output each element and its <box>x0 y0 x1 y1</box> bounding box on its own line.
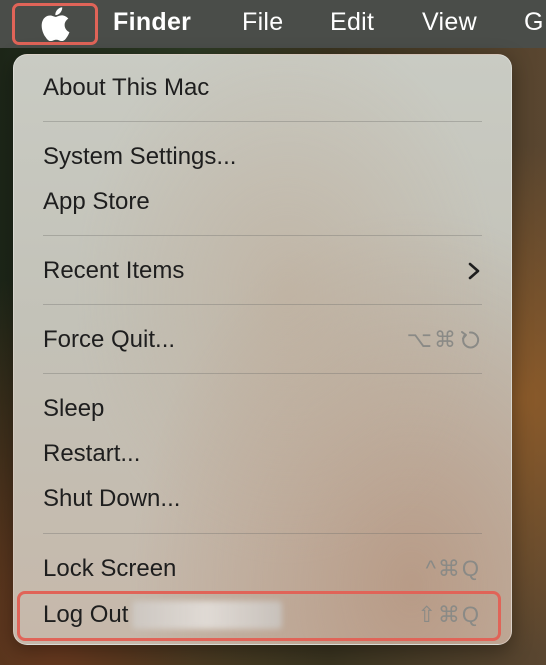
menu-edit[interactable]: Edit <box>330 8 374 37</box>
restart-item[interactable]: Restart... <box>43 432 481 476</box>
app-store-item[interactable]: App Store <box>43 180 481 224</box>
about-this-mac-item[interactable]: About This Mac <box>43 66 481 110</box>
menu-go-partial[interactable]: G <box>524 8 544 37</box>
separator <box>43 304 482 305</box>
system-settings-item[interactable]: System Settings... <box>43 135 481 179</box>
lock-screen-shortcut: ^⌘Q <box>425 556 481 581</box>
force-quit-item[interactable]: Force Quit... ⌥⌘ <box>43 318 481 362</box>
menu-finder[interactable]: Finder <box>113 8 191 37</box>
restart-label: Restart... <box>43 440 141 467</box>
shut-down-label: Shut Down... <box>43 485 181 512</box>
escape-key-icon <box>461 331 480 349</box>
separator <box>43 373 482 374</box>
separator <box>43 121 482 122</box>
lock-screen-label: Lock Screen <box>43 555 177 582</box>
log-out-shortcut: ⇧⌘Q <box>417 602 481 627</box>
apple-menu-dropdown: About This Mac System Settings... App St… <box>13 54 512 645</box>
lock-screen-item[interactable]: Lock Screen ^⌘Q <box>43 547 481 591</box>
log-out-label: Log Out <box>43 601 129 628</box>
force-quit-label: Force Quit... <box>43 326 176 353</box>
app-store-label: App Store <box>43 188 150 215</box>
menu-bar: Finder File Edit View G <box>0 0 546 48</box>
log-out-item[interactable]: Log Out ⇧⌘Q <box>43 593 481 637</box>
system-settings-label: System Settings... <box>43 143 237 170</box>
redacted-username <box>132 601 283 629</box>
chevron-right-icon <box>468 262 480 280</box>
separator <box>43 533 482 534</box>
shut-down-item[interactable]: Shut Down... <box>43 477 481 521</box>
apple-logo-icon <box>41 7 70 41</box>
sleep-item[interactable]: Sleep <box>43 387 481 431</box>
separator <box>43 235 482 236</box>
recent-items-label: Recent Items <box>43 257 185 284</box>
menu-file[interactable]: File <box>242 8 283 37</box>
force-quit-shortcut: ⌥⌘ <box>407 327 481 353</box>
sleep-label: Sleep <box>43 395 105 422</box>
menu-view[interactable]: View <box>422 8 477 37</box>
recent-items-item[interactable]: Recent Items <box>43 249 481 293</box>
apple-menu-button[interactable] <box>12 3 98 45</box>
about-label: About This Mac <box>43 74 210 101</box>
